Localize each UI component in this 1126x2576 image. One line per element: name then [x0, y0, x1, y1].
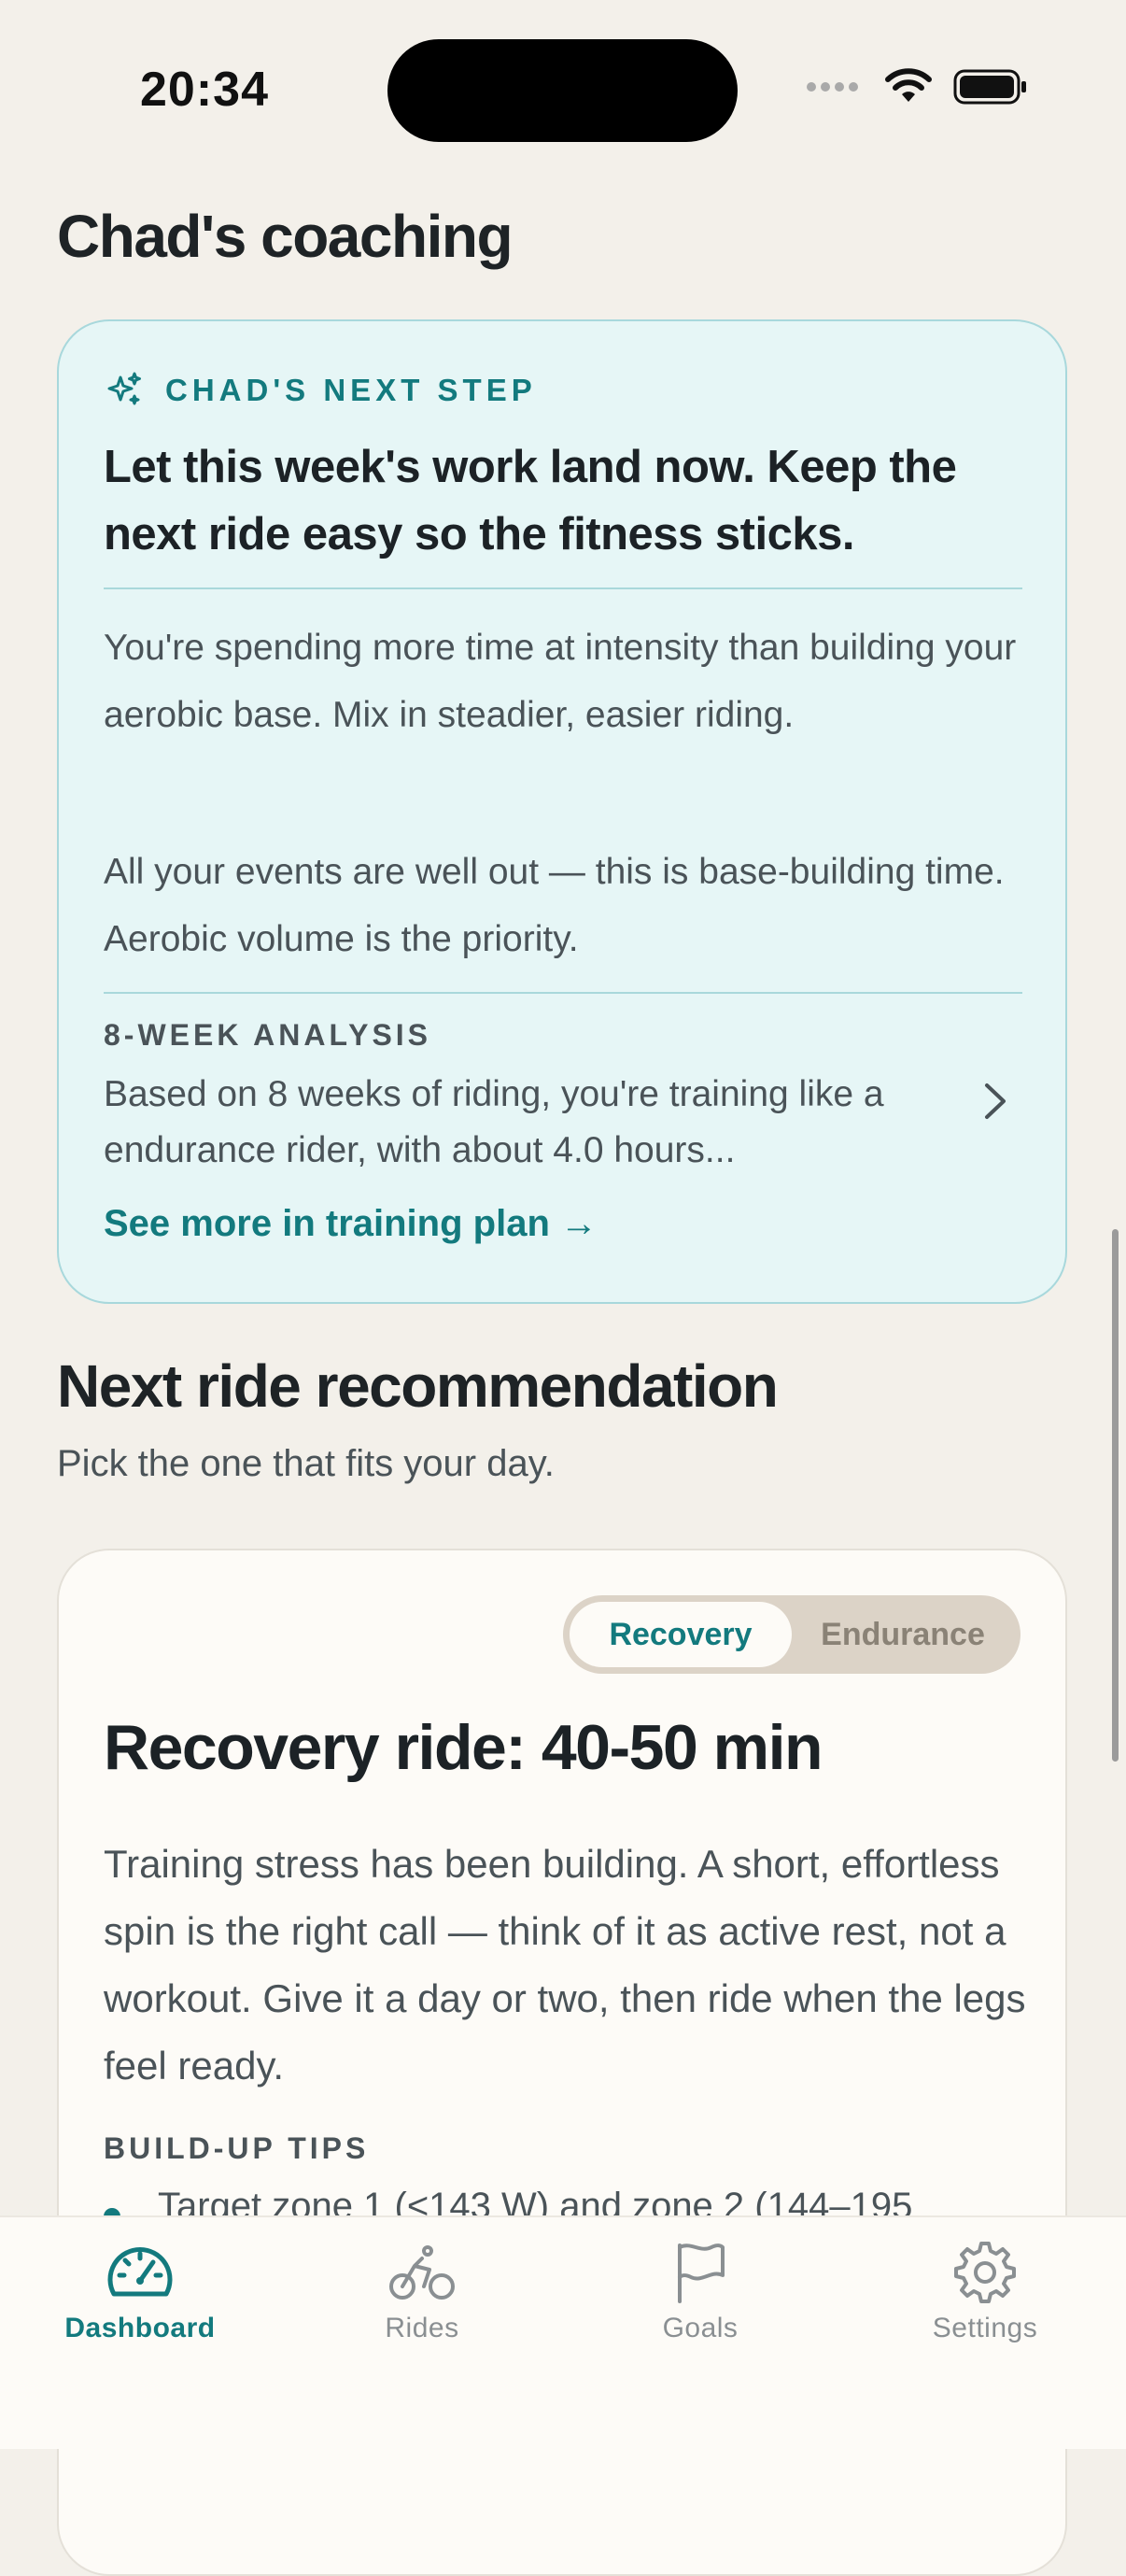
divider [104, 992, 1022, 994]
analysis-summary-link[interactable]: Based on 8 weeks of riding, you're train… [104, 1067, 963, 1179]
recommendation-body: Training stress has been building. A sho… [104, 1842, 1026, 2088]
status-bar: 20:34 [0, 0, 1126, 177]
see-more-training-plan-link[interactable]: See more in training plan → [104, 1203, 598, 1245]
recommendation-title: Recovery ride: 40-50 min [104, 1712, 823, 1783]
analysis-label: 8-WEEK ANALYSIS [104, 1018, 432, 1052]
tab-label: Goals [662, 2313, 739, 2343]
coach-eyebrow-label: CHAD'S NEXT STEP [165, 373, 537, 407]
gauge-icon [107, 2247, 173, 2297]
recommendation-section-title: Next ride recommendation [57, 1352, 779, 1420]
status-time: 20:34 [140, 63, 269, 117]
status-icons [807, 67, 1028, 106]
coach-paragraph: All your events are well out — this is b… [104, 852, 1005, 959]
tab-settings[interactable]: Settings [873, 2242, 1097, 2344]
coach-paragraph: You're spending more time at intensity t… [104, 628, 1017, 735]
tips-label: BUILD-UP TIPS [104, 2131, 370, 2165]
dynamic-island [387, 39, 738, 142]
sparkles-icon [107, 372, 141, 405]
tab-label: Rides [385, 2313, 459, 2343]
coach-headline: Let this week's work land now. Keep the … [104, 442, 957, 559]
coach-next-step-card: CHAD'S NEXT STEP Let this week's work la… [57, 319, 1067, 1304]
tab-goals[interactable]: Goals [588, 2242, 812, 2344]
recommendation-subtitle: Pick the one that fits your day. [57, 1443, 555, 1484]
gear-icon [954, 2242, 1016, 2303]
tab-dashboard[interactable]: Dashboard [28, 2242, 252, 2344]
battery-icon [953, 69, 1026, 105]
tab-label: Dashboard [64, 2313, 216, 2343]
flag-icon [678, 2243, 725, 2303]
chevron-right-icon[interactable] [981, 1080, 1009, 1123]
segment-endurance[interactable]: Endurance [792, 1602, 1014, 1667]
tab-rides[interactable]: Rides [310, 2242, 534, 2344]
segment-recovery[interactable]: Recovery [570, 1602, 792, 1667]
wifi-icon [885, 68, 932, 102]
ride-type-segmented-control: Recovery Endurance [563, 1595, 1020, 1674]
scrollbar[interactable] [1112, 1229, 1119, 1762]
tab-bar: Dashboard Rides Goals Settings [0, 2215, 1126, 2449]
coach-eyebrow: CHAD'S NEXT STEP [104, 370, 537, 411]
tab-label: Settings [932, 2313, 1038, 2343]
cellular-signal-icon [807, 82, 858, 92]
coaching-section-title: Chad's coaching [57, 203, 514, 270]
bicycle-icon [389, 2245, 455, 2300]
divider [104, 587, 1022, 589]
